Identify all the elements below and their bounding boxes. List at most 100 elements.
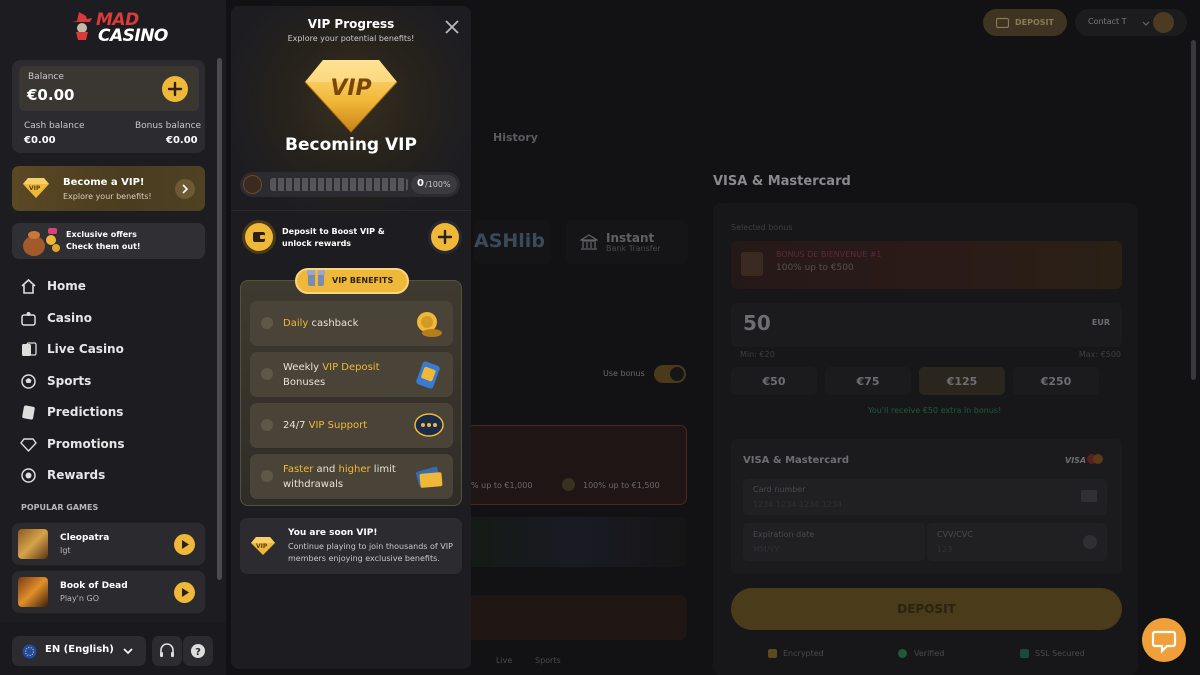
lock-icon: [261, 317, 273, 329]
chat-bubble-icon: [414, 413, 444, 437]
play-button[interactable]: [174, 534, 195, 555]
tab-history[interactable]: History: [493, 131, 538, 144]
logo-text-casino: CASINO: [98, 26, 168, 46]
vip-benefits-panel: Daily cashback Weekly VIP Deposit Bonuses…: [240, 280, 462, 506]
bonus-desc: 100% up to €500: [776, 263, 854, 273]
progress-total: /100%: [425, 180, 451, 189]
card-number-field[interactable]: Card number 1234 1234 1234 1234: [743, 479, 1107, 515]
cvv-label: CVV/CVC: [937, 530, 973, 539]
game-item[interactable]: Cleopatra Igt: [12, 523, 205, 565]
amount-value: 50: [743, 311, 771, 335]
sidebar: MAD CASINO Balance €0.00 Cash balance €0…: [0, 0, 226, 675]
exclusive-offers-card[interactable]: Exclusive offers Check them out!: [12, 223, 205, 259]
offers-title: Exclusive offers: [66, 230, 137, 239]
sidebar-scrollbar[interactable]: [217, 58, 222, 580]
lock-icon: [261, 470, 273, 482]
chat-icon: [1151, 630, 1177, 654]
amount-preset-button[interactable]: €50: [731, 367, 817, 395]
help-button[interactable]: ?: [183, 636, 213, 666]
sidebar-item-predictions[interactable]: Predictions: [20, 401, 210, 423]
shield-icon: [1020, 649, 1029, 658]
max-label: Max: €500: [1078, 350, 1121, 359]
page-scrollbar[interactable]: [1191, 40, 1196, 380]
logo[interactable]: MAD CASINO: [70, 8, 168, 46]
selected-bonus-label: Selected bonus: [731, 223, 793, 232]
cvv-field[interactable]: CVV/CVC 123: [927, 523, 1107, 561]
diamond-icon: [20, 437, 37, 452]
game-item[interactable]: Book of Dead Play'n GO: [12, 571, 205, 613]
account-menu[interactable]: Contact T: [1075, 9, 1187, 36]
payment-method-cashlib[interactable]: ASHlib: [474, 220, 551, 264]
filter-sports[interactable]: Sports: [535, 656, 561, 665]
sidebar-item-casino[interactable]: Casino: [20, 307, 210, 329]
filter-live[interactable]: Live: [496, 656, 512, 665]
become-vip-subtitle: Explore your benefits!: [63, 192, 152, 201]
cash-icon: [416, 466, 443, 488]
money-bag-icon: [23, 228, 60, 256]
wallet-icon: [253, 232, 265, 242]
benefit-text: 24/7 VIP Support: [283, 420, 368, 431]
bonus-tile-2[interactable]: 100% up to €1,500: [583, 481, 660, 490]
sidebar-item-label: Promotions: [47, 437, 125, 451]
chat-launcher-button[interactable]: [1142, 618, 1186, 662]
trust-verified: Verified: [914, 649, 945, 658]
selected-bonus-card[interactable]: BONUS DE BIENVENUE #1 100% up to €500: [731, 241, 1122, 289]
sidebar-item-label: Rewards: [47, 468, 106, 482]
header-deposit-button[interactable]: DEPOSIT: [983, 9, 1067, 36]
use-bonus-toggle[interactable]: [654, 365, 686, 383]
sidebar-item-home[interactable]: Home: [20, 275, 210, 297]
expiration-field[interactable]: Expiration date MM/YY: [743, 523, 925, 561]
rewards-icon: [21, 467, 36, 483]
soon-vip-title: You are soon VIP!: [288, 528, 378, 538]
support-button[interactable]: [152, 636, 182, 666]
svg-text:?: ?: [195, 647, 201, 658]
mastercard-logo-icon: [1087, 454, 1103, 464]
vip-progress-bar: 0 /100%: [240, 172, 460, 197]
cards-icon: [22, 341, 37, 356]
language-selector[interactable]: EN (English): [12, 636, 146, 666]
add-funds-button[interactable]: [162, 76, 188, 102]
visa-logo: VISA: [1065, 456, 1087, 465]
chevron-down-icon: [1142, 21, 1150, 26]
amount-preset-button[interactable]: €75: [825, 367, 911, 395]
vip-progress-modal: VIP Progress Explore your potential bene…: [231, 6, 471, 669]
sidebar-item-rewards[interactable]: Rewards: [20, 464, 210, 486]
sidebar-item-promotions[interactable]: Promotions: [20, 433, 210, 455]
predictions-icon: [22, 404, 35, 420]
sidebar-item-sports[interactable]: Sports: [20, 370, 210, 392]
bank-icon: [580, 234, 598, 250]
play-button[interactable]: [174, 582, 195, 603]
play-icon: [182, 588, 189, 597]
game-banner[interactable]: [466, 517, 687, 567]
amount-input[interactable]: 50 EUR: [731, 303, 1122, 347]
deposit-submit-button[interactable]: DEPOSIT: [731, 588, 1122, 630]
trust-encrypted: Encrypted: [783, 649, 824, 658]
game-name: Cleopatra: [60, 533, 110, 543]
amount-preset-button[interactable]: €250: [1013, 367, 1099, 395]
benefit-text: Weekly VIP Deposit Bonuses: [283, 362, 380, 388]
sidebar-item-label: Predictions: [47, 405, 124, 419]
game-banner[interactable]: [466, 595, 687, 640]
progress-readout: 0 /100%: [411, 175, 457, 194]
game-name: Book of Dead: [60, 581, 128, 591]
play-icon: [182, 540, 189, 549]
bonus-tile-1[interactable]: % up to €1,000: [471, 481, 532, 490]
plus-icon: [167, 81, 183, 97]
sidebar-item-live-casino[interactable]: Live Casino: [20, 338, 210, 360]
bonus-balance-value: €0.00: [166, 135, 198, 146]
cash-balance-label: Cash balance: [24, 121, 85, 131]
wallet-icon: [416, 361, 440, 389]
amount-preset-button[interactable]: €125: [919, 367, 1005, 395]
boost-deposit-button[interactable]: [431, 223, 459, 251]
avatar[interactable]: [1153, 12, 1174, 33]
game-provider: Igt: [60, 546, 71, 555]
close-button[interactable]: [443, 18, 461, 36]
vip-diamond-label: VIP: [29, 185, 41, 192]
balance-label: Balance: [28, 72, 64, 82]
check-icon: [898, 649, 907, 658]
cash-balance-value: €0.00: [24, 135, 56, 146]
payment-method-instant-bank[interactable]: Instant Bank Transfer: [566, 220, 688, 264]
sidebar-item-label: Live Casino: [47, 342, 124, 356]
become-vip-card[interactable]: VIP Become a VIP! Explore your benefits!: [12, 166, 205, 211]
become-vip-arrow[interactable]: [175, 179, 195, 199]
